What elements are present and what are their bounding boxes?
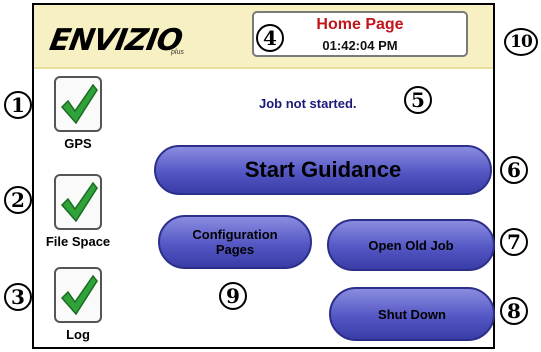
callout-8: 8: [500, 297, 528, 325]
page-title: Home Page: [316, 16, 404, 33]
start-guidance-button[interactable]: Start Guidance: [154, 145, 492, 195]
callout-5: 5: [404, 86, 432, 114]
configuration-pages-button[interactable]: Configuration Pages: [158, 215, 312, 269]
callout-2: 2: [4, 186, 32, 214]
check-icon: [60, 181, 98, 223]
gps-label: GPS: [64, 136, 92, 151]
file-space-status-button[interactable]: [54, 174, 102, 230]
shut-down-button[interactable]: Shut Down: [329, 287, 495, 341]
callout-9: 9: [219, 282, 247, 310]
check-icon: [60, 274, 98, 316]
log-status-button[interactable]: [54, 267, 102, 323]
log-label: Log: [66, 327, 90, 342]
open-old-job-button[interactable]: Open Old Job: [327, 219, 495, 271]
envizio-logo-sub: plus: [171, 49, 184, 56]
clock-time: 01:42:04 PM: [322, 38, 398, 53]
envizio-logo: ENVIZIO: [46, 23, 185, 58]
check-icon: [60, 83, 98, 125]
page-title-box: Home Page 01:42:04 PM: [252, 11, 468, 57]
callout-3: 3: [4, 283, 32, 311]
callout-6: 6: [500, 156, 528, 184]
callout-7: 7: [500, 228, 528, 256]
callout-4: 4: [256, 24, 284, 52]
callout-1: 1: [4, 91, 32, 119]
device-screen: ENVIZIO plus Home Page 01:42:04 PM GPS F…: [32, 3, 495, 349]
callout-10: 10: [504, 28, 538, 56]
file-space-label: File Space: [45, 234, 111, 249]
job-status-text: Job not started.: [259, 96, 357, 111]
gps-status-button[interactable]: [54, 76, 102, 132]
